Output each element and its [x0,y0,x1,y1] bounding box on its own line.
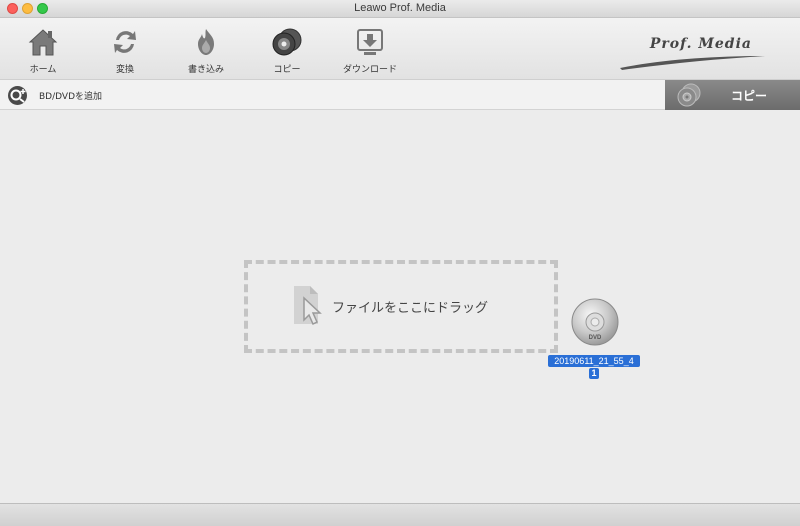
toolbar-convert-label: 変換 [115,65,134,75]
copy-mode-panel[interactable]: コピー [665,80,800,110]
status-bar [0,503,800,526]
toolbar-home-label: ホーム [29,65,57,75]
main-toolbar: ホーム 変換 書き込み コピー ダウンロード Prof. Media [0,18,800,80]
main-content: ファイルをここにドラッグ DVD 20190611_21_55_4 1 [0,111,800,503]
title-bar: Leawo Prof. Media [0,0,800,18]
toolbar-burn-label: 書き込み [187,65,224,75]
dragged-count-badge: 1 [589,368,599,379]
burn-icon [198,29,214,55]
toolbar-convert-button[interactable]: 変換 [85,22,165,78]
toolbar-burn-button[interactable]: 書き込み [166,22,246,78]
toolbar-download-button[interactable]: ダウンロード [330,22,410,78]
toolbar-copy-label: コピー [273,65,301,75]
add-bd-dvd-button[interactable]: BD/DVDを追加 [8,85,102,105]
copy-mode-label: コピー [731,89,768,103]
convert-icon [114,31,136,53]
dragged-file-name: 20190611_21_55_4 [548,355,640,367]
brand-logo: Prof. Media [620,30,770,74]
action-bar: BD/DVDを追加 コピー [0,80,800,110]
window-title: Leawo Prof. Media [354,2,446,14]
copy-disc-icon [677,83,701,107]
add-bd-dvd-label: BD/DVDを追加 [39,91,102,102]
toolbar-download-label: ダウンロード [342,65,397,75]
copy-disc-icon [272,28,302,56]
dvd-disc-icon: DVD [571,298,619,346]
dragged-dvd-file[interactable]: DVD 20190611_21_55_4 1 [548,297,640,387]
drag-file-icon [294,286,322,326]
toolbar-home-button[interactable]: ホーム [3,22,83,78]
home-icon [28,29,58,56]
toolbar-copy-button[interactable]: コピー [247,22,327,78]
brand-swoosh [620,56,765,70]
brand-text: Prof. Media [649,36,752,52]
file-drop-zone[interactable]: ファイルをここにドラッグ [244,260,558,353]
drop-zone-label: ファイルをここにドラッグ [332,301,489,316]
download-icon [357,29,383,55]
add-disc-icon [8,85,27,105]
dvd-disc-label: DVD [589,335,602,341]
